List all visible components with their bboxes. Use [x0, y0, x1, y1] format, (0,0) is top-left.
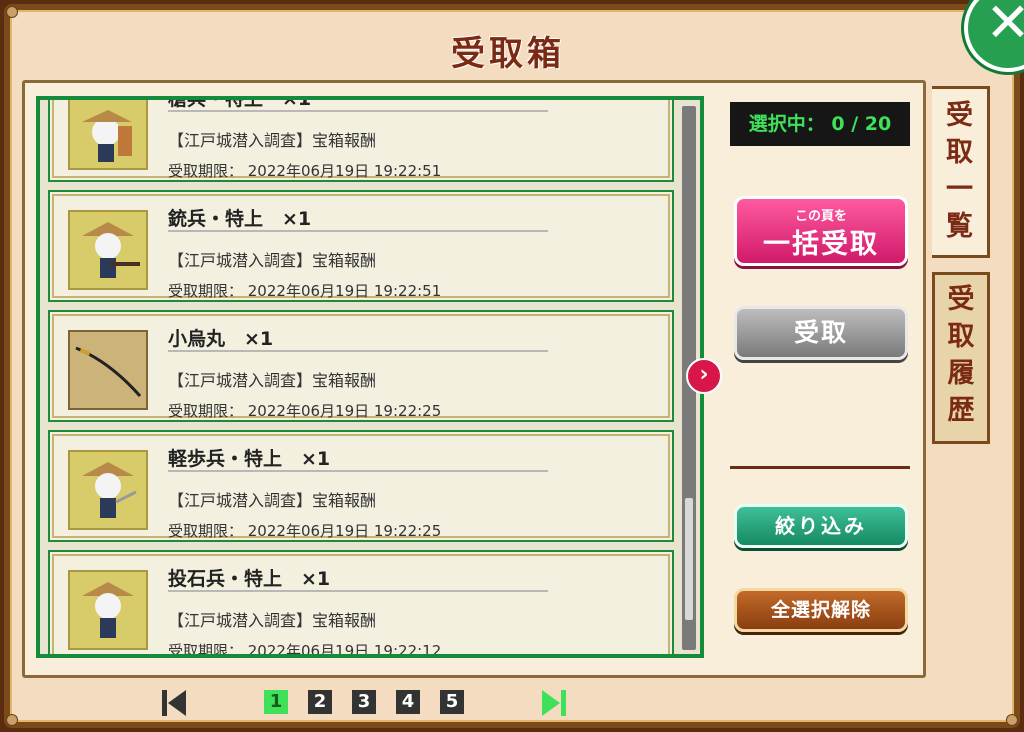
item-expiry: 受取期限： 2022年06月19日 19:22:51: [168, 162, 442, 180]
item-name: 小烏丸 ×1: [168, 328, 274, 350]
list-item[interactable]: 銃兵・特上 ×1 【江戸城潜入調査】宝箱報酬 受取期限： 2022年06月19日…: [48, 190, 674, 302]
item-expiry: 受取期限： 2022年06月19日 19:22:12: [168, 642, 442, 654]
page-1-button[interactable]: 1: [264, 690, 288, 714]
page-3-button[interactable]: 3: [352, 690, 376, 714]
item-name: 軽歩兵・特上 ×1: [168, 448, 331, 470]
list-item[interactable]: 軽歩兵・特上 ×1 【江戸城潜入調査】宝箱報酬 受取期限： 2022年06月19…: [48, 430, 674, 542]
window-title: 受取箱: [451, 34, 565, 74]
spearman-icon: [68, 100, 148, 170]
item-expiry: 受取期限： 2022年06月19日 19:22:51: [168, 282, 442, 300]
corner-rivet: [1006, 714, 1018, 726]
selection-counter: 選択中： 0 / 20: [730, 102, 910, 146]
page-4-button[interactable]: 4: [396, 690, 420, 714]
receive-button[interactable]: 受取: [734, 306, 908, 360]
item-description: 【江戸城潜入調査】宝箱報酬: [168, 491, 377, 510]
filter-button[interactable]: 絞り込み: [734, 504, 908, 548]
item-list: 槍兵・特上 ×1 【江戸城潜入調査】宝箱報酬 受取期限： 2022年06月19日…: [36, 96, 704, 658]
scrollbar-thumb[interactable]: [685, 498, 693, 620]
item-description: 【江戸城潜入調査】宝箱報酬: [168, 131, 377, 150]
katana-icon: [68, 330, 148, 410]
deselect-all-button[interactable]: 全選択解除: [734, 588, 908, 632]
gunner-icon: [68, 210, 148, 290]
page-2-button[interactable]: 2: [308, 690, 332, 714]
divider: [730, 466, 910, 469]
slinger-icon: [68, 570, 148, 650]
item-name: 銃兵・特上 ×1: [168, 208, 312, 230]
list-item[interactable]: 小烏丸 ×1 【江戸城潜入調査】宝箱報酬 受取期限： 2022年06月19日 1…: [48, 310, 674, 422]
item-name: 投石兵・特上 ×1: [168, 568, 331, 590]
corner-rivet: [6, 714, 18, 726]
item-description: 【江戸城潜入調査】宝箱報酬: [168, 371, 377, 390]
chevron-right-icon[interactable]: ›: [686, 358, 722, 394]
list-item[interactable]: 投石兵・特上 ×1 【江戸城潜入調査】宝箱報酬 受取期限： 2022年06月19…: [48, 550, 674, 654]
first-page-icon[interactable]: [160, 688, 188, 718]
tab-receive-list[interactable]: 受 取 一 覧: [932, 86, 990, 258]
last-page-icon[interactable]: [540, 688, 568, 718]
bulk-receive-button[interactable]: この頁を 一括受取: [734, 196, 908, 266]
light-infantry-icon: [68, 450, 148, 530]
item-expiry: 受取期限： 2022年06月19日 19:22:25: [168, 402, 442, 420]
item-expiry: 受取期限： 2022年06月19日 19:22:25: [168, 522, 442, 540]
tab-receive-history[interactable]: 受 取 履 歴: [932, 272, 990, 444]
list-item[interactable]: 槍兵・特上 ×1 【江戸城潜入調査】宝箱報酬 受取期限： 2022年06月19日…: [48, 100, 674, 182]
item-description: 【江戸城潜入調査】宝箱報酬: [168, 251, 377, 270]
bulk-receive-label: 一括受取: [763, 229, 879, 260]
item-description: 【江戸城潜入調査】宝箱報酬: [168, 611, 377, 630]
corner-rivet: [6, 6, 18, 18]
page-5-button[interactable]: 5: [440, 690, 464, 714]
